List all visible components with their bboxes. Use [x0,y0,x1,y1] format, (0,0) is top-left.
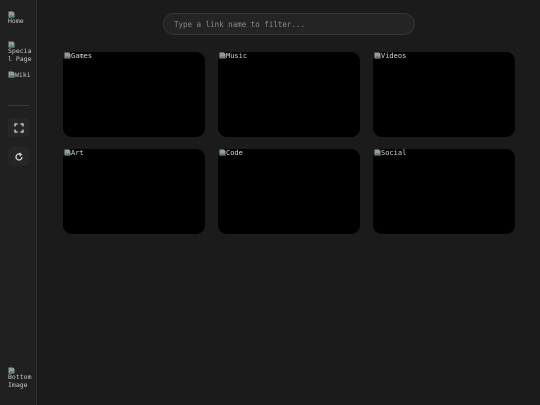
broken-image-icon [64,52,71,59]
broken-image-icon [219,149,226,156]
card-label-text: Code [226,149,243,157]
sidebar-item-label: Home [8,17,24,25]
link-card-music[interactable]: Music [218,52,360,137]
sidebar-item-label: Wiki [15,71,31,79]
sidebar-item-label: Special Page [8,47,32,63]
fullscreen-icon [13,122,24,133]
card-label: Social [374,149,406,157]
card-label: Art [64,149,84,157]
link-card-games[interactable]: Games [63,52,205,137]
broken-image-icon [374,52,381,59]
card-label: Music [219,52,247,60]
card-label-text: Music [226,52,248,60]
broken-image-icon [64,149,71,156]
card-label-text: Social [381,149,407,157]
sidebar-item-bottom-image[interactable]: Bottom Image [8,367,34,389]
card-label: Videos [374,52,406,60]
sidebar: Home Special Page Wiki Bottom Image [0,0,37,405]
fullscreen-button[interactable] [8,118,29,137]
sidebar-item-wiki[interactable]: Wiki [8,71,34,80]
broken-image-icon [374,149,381,156]
card-label-text: Videos [381,52,407,60]
sidebar-item-special-page[interactable]: Special Page [8,41,34,63]
link-card-code[interactable]: Code [218,149,360,234]
refresh-icon [14,152,23,161]
card-label: Code [219,149,243,157]
link-card-videos[interactable]: Videos [373,52,515,137]
card-label-text: Games [71,52,93,60]
link-card-art[interactable]: Art [63,149,205,234]
refresh-button[interactable] [8,147,29,166]
search-input[interactable] [174,17,404,31]
broken-image-icon [219,52,226,59]
sidebar-item-label: Bottom Image [8,373,32,389]
sidebar-divider [8,105,29,106]
search-bar [163,13,415,35]
broken-image-icon [8,71,15,78]
card-label: Games [64,52,92,60]
link-card-social[interactable]: Social [373,149,515,234]
card-label-text: Art [71,149,84,157]
sidebar-item-home[interactable]: Home [8,11,34,26]
